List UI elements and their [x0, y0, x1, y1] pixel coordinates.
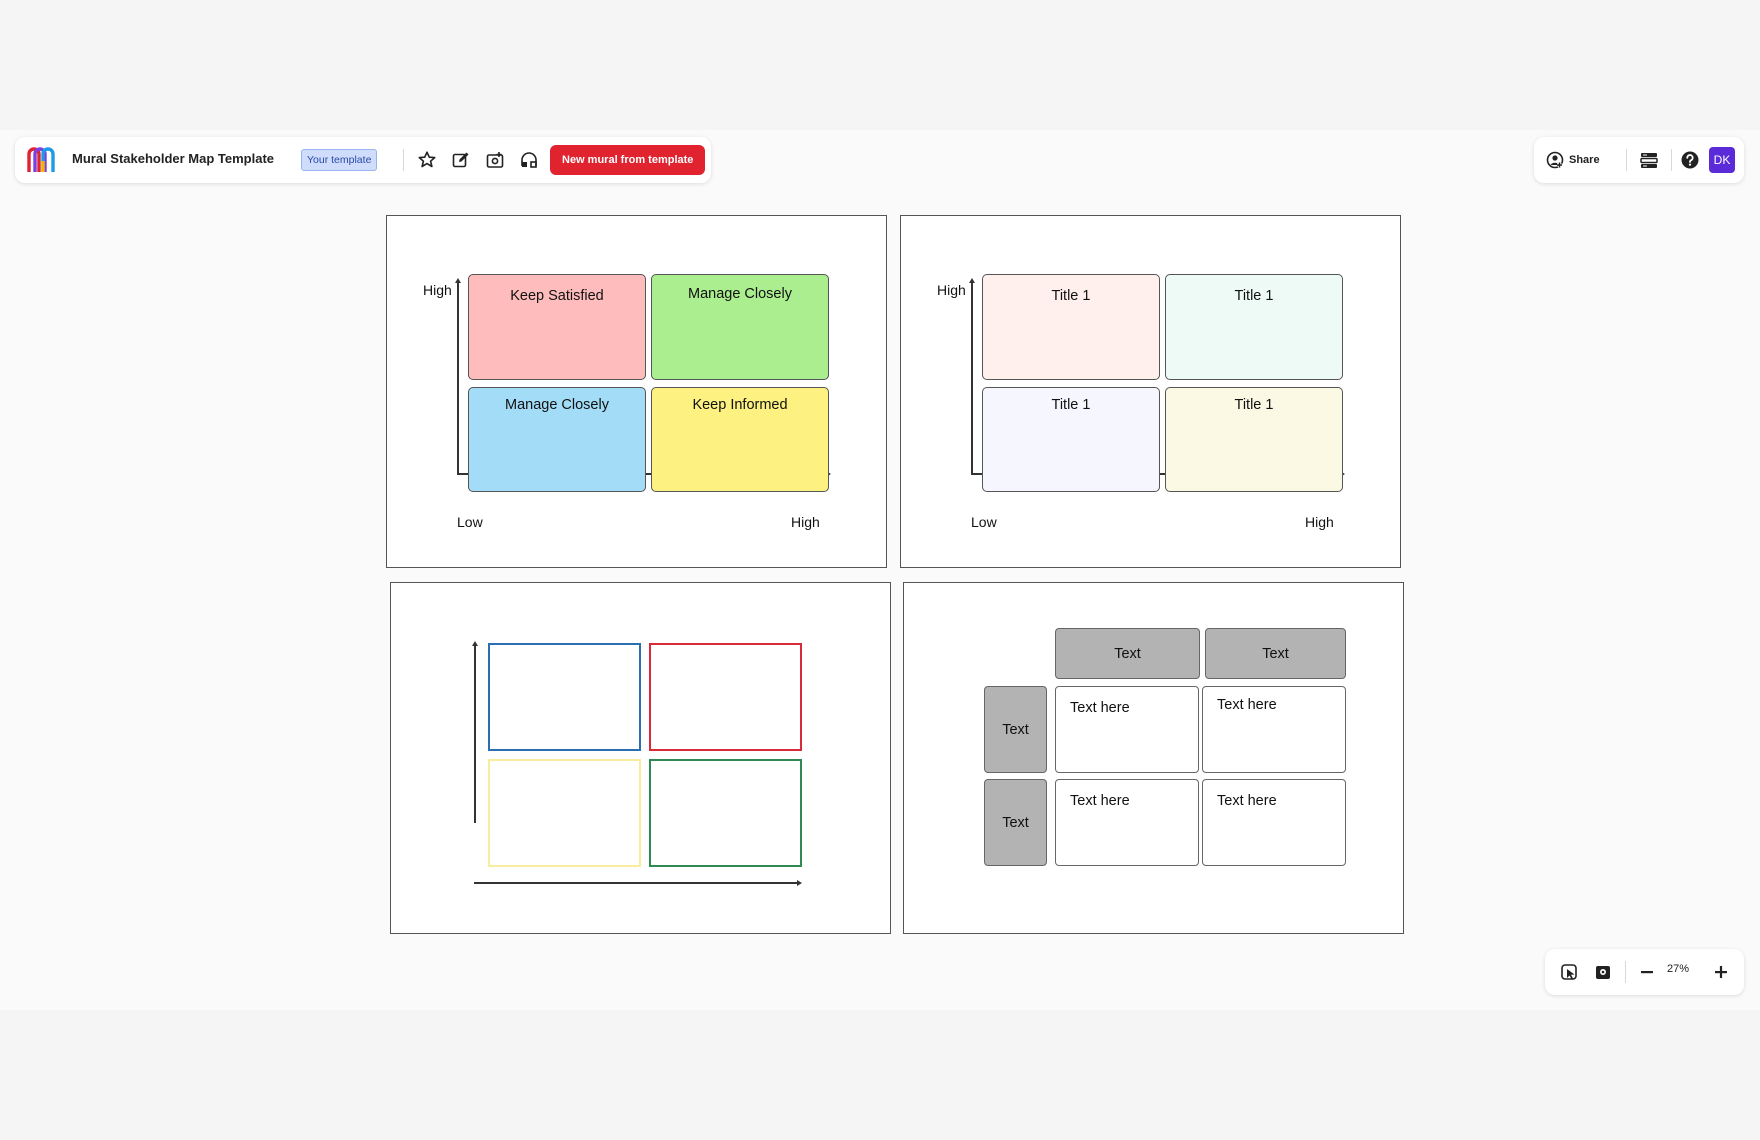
y-axis-line	[971, 282, 973, 474]
quadrant-title-bottom-left[interactable]: Title 1	[982, 387, 1160, 492]
mural-logo-icon[interactable]	[25, 145, 57, 175]
favorite-button[interactable]	[413, 147, 441, 173]
import-icon	[486, 152, 504, 168]
outline-box-bottom-right[interactable]	[649, 759, 802, 867]
cursor-mode-button[interactable]	[1555, 959, 1583, 985]
outline-list-icon	[1640, 153, 1658, 168]
grid-row-header[interactable]: Text	[984, 779, 1047, 866]
grid-cell[interactable]: Text here	[1055, 779, 1199, 866]
grid-cell[interactable]: Text here	[1202, 686, 1346, 773]
map-icon	[1596, 966, 1610, 979]
outline-box-bottom-left[interactable]	[488, 759, 641, 867]
zoom-out-button[interactable]	[1633, 959, 1661, 985]
remix-button[interactable]	[515, 147, 543, 173]
outline-box-top-right[interactable]	[649, 643, 802, 751]
new-mural-from-template-button[interactable]: New mural from template	[550, 145, 706, 175]
grid-column-header[interactable]: Text	[1055, 628, 1200, 679]
mural-title[interactable]: Mural Stakeholder Map Template	[72, 151, 274, 166]
share-icon	[1546, 151, 1564, 169]
plus-icon	[1715, 966, 1727, 978]
user-avatar[interactable]: DK	[1709, 147, 1735, 173]
y-axis-line	[457, 282, 459, 474]
x-axis-low-label: Low	[971, 514, 997, 530]
quadrant-title-top-right[interactable]: Title 1	[1165, 274, 1343, 380]
help-button[interactable]	[1676, 147, 1704, 173]
grid-cell[interactable]: Text here	[1055, 686, 1199, 773]
frame-text-grid[interactable]: Text Text Text Text Text here Text here …	[903, 582, 1404, 934]
edit-icon	[452, 152, 469, 168]
toolbar-divider	[1671, 149, 1672, 171]
share-button[interactable]: Share	[1546, 147, 1600, 173]
minus-icon	[1641, 971, 1653, 974]
grid-cell[interactable]: Text here	[1202, 779, 1346, 866]
edit-button[interactable]	[447, 147, 475, 173]
x-axis-low-label: Low	[457, 514, 483, 530]
zoom-controls: 27%	[1545, 949, 1744, 995]
help-icon	[1681, 151, 1699, 169]
frame-blank-stakeholder-map[interactable]: High Low High Title 1 Title 1 Title 1 Ti…	[900, 215, 1401, 568]
y-axis-high-label: High	[423, 282, 452, 298]
frame-stakeholder-map[interactable]: High Low High Keep Satisfied Manage Clos…	[386, 215, 887, 568]
top-right-toolbar: Share DK	[1534, 137, 1744, 183]
quadrant-keep-satisfied[interactable]: Keep Satisfied	[468, 274, 646, 380]
toolbar-divider	[403, 149, 404, 171]
x-axis-line	[474, 882, 797, 884]
toolbar-divider	[1626, 149, 1627, 171]
share-label: Share	[1569, 154, 1600, 166]
outline-button[interactable]	[1635, 147, 1663, 173]
y-axis-high-label: High	[937, 282, 966, 298]
map-button[interactable]	[1589, 959, 1617, 985]
y-axis-arrow	[455, 278, 461, 283]
zoom-level[interactable]: 27%	[1667, 963, 1689, 975]
remix-icon	[521, 152, 537, 168]
quadrant-manage-closely-bottom[interactable]: Manage Closely	[468, 387, 646, 492]
top-toolbar: Mural Stakeholder Map Template Your temp…	[15, 137, 711, 183]
y-axis-line	[474, 645, 476, 823]
x-axis-high-label: High	[791, 514, 820, 530]
import-button[interactable]	[481, 147, 509, 173]
y-axis-arrow	[472, 641, 478, 646]
quadrant-manage-closely-top[interactable]: Manage Closely	[651, 274, 829, 380]
frame-outline-matrix[interactable]	[390, 582, 891, 934]
outline-box-top-left[interactable]	[488, 643, 641, 751]
quadrant-keep-informed[interactable]: Keep Informed	[651, 387, 829, 492]
quadrant-title-bottom-right[interactable]: Title 1	[1165, 387, 1343, 492]
grid-row-header[interactable]: Text	[984, 686, 1047, 773]
y-axis-arrow	[969, 278, 975, 283]
x-axis-high-label: High	[1305, 514, 1334, 530]
template-badge: Your template	[301, 149, 378, 171]
quadrant-title-top-left[interactable]: Title 1	[982, 274, 1160, 380]
zoom-in-button[interactable]	[1707, 959, 1735, 985]
pointer-icon	[1561, 964, 1577, 980]
x-axis-arrow	[797, 880, 802, 886]
toolbar-divider	[1625, 961, 1626, 983]
star-icon	[418, 151, 436, 168]
grid-column-header[interactable]: Text	[1205, 628, 1346, 679]
